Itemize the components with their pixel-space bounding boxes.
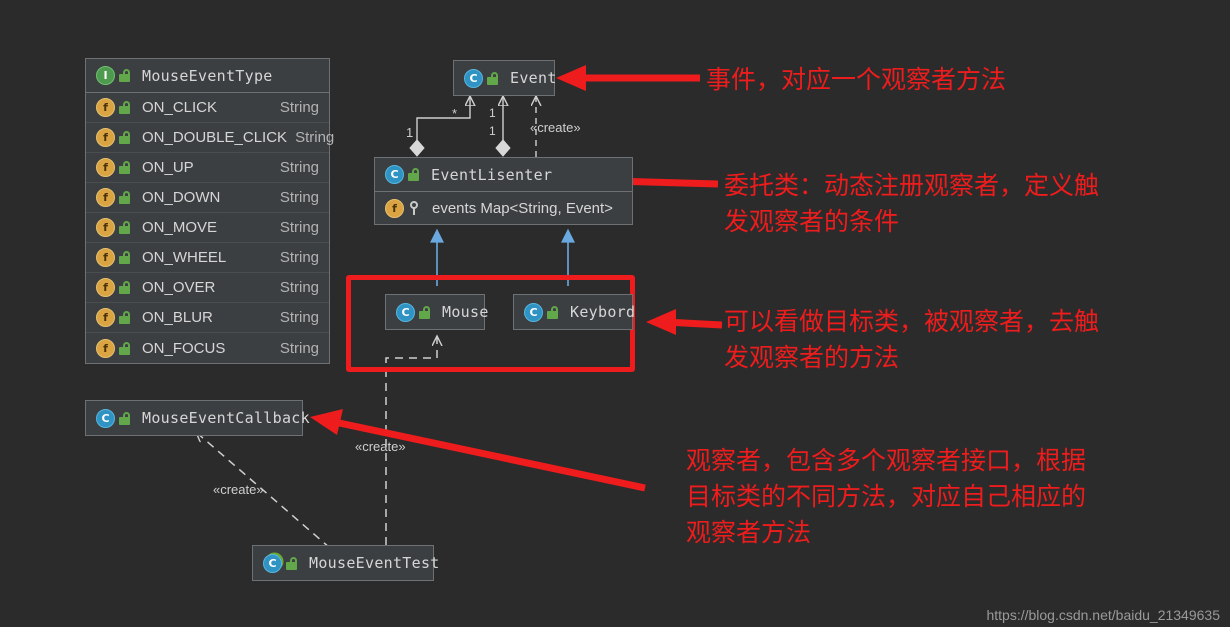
field-icon: f: [96, 308, 115, 327]
field-name: ON_WHEEL: [142, 249, 227, 266]
lock-icon: [119, 101, 132, 114]
field-type: String: [279, 339, 319, 357]
class-icon: C: [464, 68, 483, 88]
field-icon: f: [96, 158, 115, 177]
field-row[interactable]: f ON_UP String: [86, 153, 329, 183]
lock-icon: [119, 69, 132, 82]
edge-label-multiplicity-one-left: 1: [406, 125, 414, 140]
field-row[interactable]: f ON_FOCUS String: [86, 333, 329, 363]
diagram-canvas: I MouseEventType f ON_CLICK String f ON_…: [0, 0, 1230, 627]
class-box-mouse-event-type[interactable]: I MouseEventType f ON_CLICK String f ON_…: [85, 58, 334, 364]
runnable-class-icon: C: [263, 553, 282, 573]
lock-icon: [286, 556, 299, 570]
field-name: ON_BLUR: [142, 309, 213, 326]
field-type: String: [295, 129, 335, 146]
field-icon: f: [96, 278, 115, 297]
class-name-label: MouseEventCallback: [142, 409, 310, 427]
class-icon: C: [524, 302, 543, 322]
class-header-mouse-event-test: C MouseEventTest: [253, 546, 439, 580]
field-type: String: [279, 159, 319, 176]
field-row[interactable]: f ON_WHEEL String: [86, 243, 329, 273]
field-icon: f: [96, 338, 115, 358]
class-header-mouse-event-type: I MouseEventType: [86, 59, 329, 93]
field-name: ON_UP: [142, 159, 194, 176]
lock-icon: [119, 221, 132, 234]
field-row[interactable]: f ON_OVER String: [86, 273, 329, 303]
lock-icon: [119, 161, 132, 174]
field-row[interactable]: f ON_DOUBLE_CLICK String: [86, 123, 334, 153]
field-name: ON_OVER: [142, 279, 216, 296]
field-name: ON_FOCUS: [142, 339, 226, 357]
class-header-keybord: C Keybord: [514, 295, 636, 329]
field-type: String: [279, 189, 319, 206]
class-name-label: Keybord: [570, 303, 636, 321]
class-box-event-lisenter[interactable]: C EventLisenter f events Map<String, Eve…: [374, 157, 633, 225]
class-box-keybord[interactable]: C Keybord: [513, 294, 636, 330]
field-row[interactable]: f ON_BLUR String: [86, 303, 329, 333]
lock-icon: [119, 341, 132, 355]
class-header-mouse: C Mouse: [386, 295, 488, 329]
edge-label-create-callback: «create»: [213, 482, 264, 497]
class-box-mouse-event-test[interactable]: C MouseEventTest: [252, 545, 439, 581]
class-box-event[interactable]: C Event: [453, 60, 557, 96]
field-icon: f: [96, 128, 115, 147]
class-header-mouse-event-callback: C MouseEventCallback: [86, 401, 310, 435]
edge-label-multiplicity-one-bottom: 1: [489, 124, 496, 138]
edge-label-create-listener: «create»: [355, 439, 406, 454]
interface-icon: I: [96, 66, 115, 85]
field-icon: f: [96, 248, 115, 267]
field-type: String: [279, 99, 319, 116]
lock-icon: [119, 131, 132, 144]
class-name-label: MouseEventType: [142, 66, 273, 85]
lock-icon: [119, 281, 132, 294]
field-type: String: [279, 249, 319, 266]
lock-icon: [119, 411, 132, 425]
class-icon: C: [396, 302, 415, 322]
lock-icon: [487, 71, 500, 85]
field-type: String: [279, 219, 319, 236]
field-icon: f: [96, 218, 115, 237]
lock-icon: [547, 305, 560, 319]
field-name: ON_DOWN: [142, 189, 221, 206]
class-box-mouse[interactable]: C Mouse: [385, 294, 488, 330]
class-name-label: Event: [510, 69, 557, 87]
field-icon: f: [96, 98, 115, 117]
field-icon: f: [385, 198, 404, 218]
field-row[interactable]: f ON_CLICK String: [86, 93, 329, 123]
class-header-event-lisenter: C EventLisenter: [375, 158, 632, 192]
annotation-listener: 委托类：动态注册观察者，定义触 发观察者的条件: [724, 171, 1100, 236]
edge-label-create-event: «create»: [530, 120, 581, 135]
key-icon: [409, 201, 420, 215]
class-header-event: C Event: [454, 61, 557, 95]
class-box-mouse-event-callback[interactable]: C MouseEventCallback: [85, 400, 310, 436]
annotation-subject: 可以看做目标类，被观察者，去触 发观察者的方法: [724, 307, 1100, 372]
edge-label-multiplicity-one-top: 1: [489, 106, 496, 120]
class-icon: C: [385, 165, 404, 184]
field-name: ON_CLICK: [142, 99, 218, 116]
edge-label-multiplicity-star: *: [452, 106, 458, 121]
class-name-label: MouseEventTest: [309, 554, 440, 572]
class-name-label: EventLisenter: [431, 165, 553, 184]
lock-icon: [408, 168, 421, 181]
field-row[interactable]: f ON_DOWN String: [86, 183, 329, 213]
lock-icon: [119, 311, 132, 324]
field-name: ON_DOUBLE_CLICK: [142, 129, 288, 146]
field-name: ON_MOVE: [142, 219, 218, 236]
class-icon: C: [96, 408, 115, 428]
field-type: String: [279, 309, 319, 326]
lock-icon: [419, 305, 432, 319]
field-row[interactable]: f events Map<String, Event>: [375, 192, 632, 224]
class-name-label: Mouse: [442, 303, 489, 321]
lock-icon: [119, 251, 132, 264]
watermark-url: https://blog.csdn.net/baidu_21349635: [986, 607, 1220, 623]
annotation-event: 事件，对应一个观察者方法: [706, 65, 1007, 94]
field-row[interactable]: f ON_MOVE String: [86, 213, 329, 243]
field-type: String: [279, 279, 319, 296]
annotation-observer: 观察者，包含多个观察者接口，根据 目标类的不同方法，对应自己相应的 观察者方法: [686, 446, 1087, 547]
field-icon: f: [96, 188, 115, 207]
lock-icon: [119, 191, 132, 204]
field-name: events Map<String, Event>: [432, 199, 613, 217]
